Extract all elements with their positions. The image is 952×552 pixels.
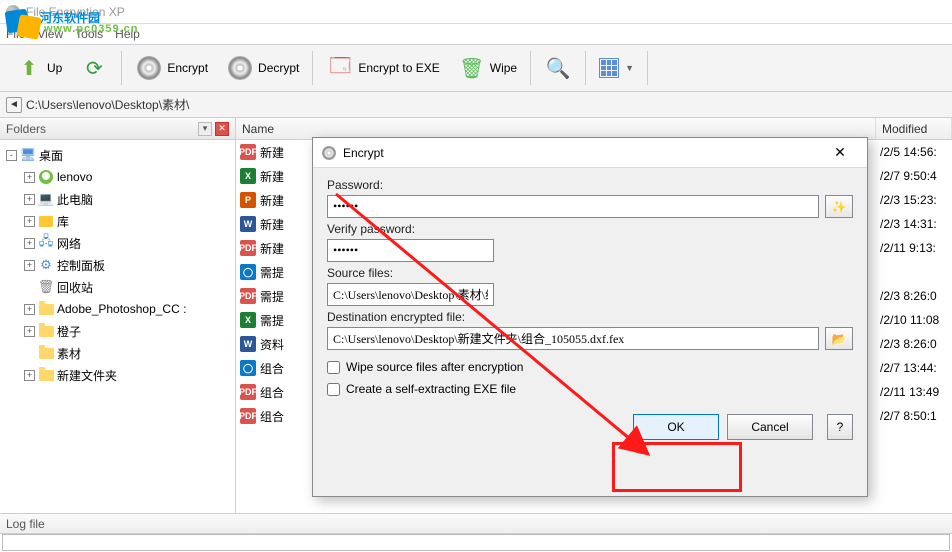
disc-icon [226,54,254,82]
dialog-title: Encrypt [343,146,384,160]
tree-node[interactable]: +⚙控制面板 [2,254,233,276]
address-bar: ◄ C:\Users\lenovo\Desktop\素材\ [0,92,952,118]
log-header: Log file [0,514,952,534]
window-titlebar: File Encryption XP [0,0,952,24]
exe-icon: 🗔 [326,54,354,82]
menu-view[interactable]: View [37,27,63,41]
tree-node[interactable]: 素材 [2,342,233,364]
address-path: C:\Users\lenovo\Desktop\素材\ [26,96,189,113]
browse-button[interactable]: 📂 [825,327,853,350]
destination-label: Destination encrypted file: [327,310,853,324]
decrypt-button[interactable]: Decrypt [217,48,308,88]
app-icon [6,5,20,19]
tree-node[interactable]: +Adobe_Photoshop_CC : [2,298,233,320]
folder-icon: 📂 [832,332,847,346]
disc-icon [321,145,337,161]
wipe-label: Wipe [490,61,517,75]
tree-node[interactable]: +🖧网络 [2,232,233,254]
pin-icon[interactable]: ▾ [198,122,212,136]
refresh-icon: ⟳ [80,54,108,82]
tree-node[interactable]: +橙子 [2,320,233,342]
chevron-down-icon: ▼ [625,63,634,73]
ok-button[interactable]: OK [633,414,719,440]
self-extract-checkbox[interactable] [327,383,340,396]
refresh-button[interactable]: ⟳ [71,48,117,88]
menu-help[interactable]: Help [115,27,140,41]
tree-node[interactable]: 🗑回收站 [2,276,233,298]
back-button[interactable]: ◄ [6,97,22,113]
menu-file[interactable]: File [6,27,25,41]
password-input[interactable] [327,195,819,218]
verify-password-label: Verify password: [327,222,853,236]
wipe-checkbox[interactable] [327,361,340,374]
encrypt-dialog: Encrypt ✕ Password: ✨ Verify password: S… [312,137,868,497]
exe-label: Encrypt to EXE [358,61,439,75]
verify-password-input[interactable] [327,239,494,262]
password-label: Password: [327,178,853,192]
decrypt-label: Decrypt [258,61,299,75]
cancel-button[interactable]: Cancel [727,414,813,440]
dialog-titlebar: Encrypt ✕ [313,138,867,168]
col-name[interactable]: Name [236,118,876,139]
view-mode-button[interactable]: ▼ [590,48,643,88]
folders-title: Folders [6,122,46,136]
wand-button[interactable]: ✨ [825,195,853,218]
source-files-input[interactable] [327,283,494,306]
help-button[interactable]: ? [827,414,853,440]
up-button[interactable]: ⬆ Up [6,48,71,88]
grid-icon [599,58,619,78]
wand-icon: ✨ [832,200,847,214]
close-icon[interactable]: ✕ [215,122,229,136]
menu-bar: File View Tools Help [0,24,952,44]
up-icon: ⬆ [15,54,43,82]
tree-node[interactable]: +库 [2,210,233,232]
tree-node[interactable]: +💻此电脑 [2,188,233,210]
find-button[interactable]: 🔍 [535,48,581,88]
wipe-checkbox-label: Wipe source files after encryption [346,360,523,374]
source-files-label: Source files: [327,266,853,280]
help-icon: ? [837,420,844,434]
folders-panel: Folders ▾ ✕ -🖥桌面+lenovo+💻此电脑+库+🖧网络+⚙控制面板… [0,118,236,513]
wipe-button[interactable]: 🗑 Wipe [449,48,526,88]
window-title: File Encryption XP [26,5,125,19]
menu-tools[interactable]: Tools [75,27,103,41]
find-icon: 🔍 [544,54,572,82]
tree-node[interactable]: +新建文件夹 [2,364,233,386]
up-label: Up [47,61,62,75]
disc-icon [135,54,163,82]
encrypt-button[interactable]: Encrypt [126,48,217,88]
log-panel: Log file [0,513,952,551]
toolbar: ⬆ Up ⟳ Encrypt Decrypt 🗔 Encrypt to EXE … [0,44,952,92]
col-modified[interactable]: Modified [876,118,952,139]
close-icon[interactable]: ✕ [821,140,859,166]
log-body [2,534,950,551]
encrypt-label: Encrypt [167,61,208,75]
wipe-icon: 🗑 [458,54,486,82]
tree-node[interactable]: +lenovo [2,166,233,188]
tree-node[interactable]: -🖥桌面 [2,144,233,166]
folders-header: Folders ▾ ✕ [0,118,235,140]
destination-input[interactable] [327,327,819,350]
folder-tree[interactable]: -🖥桌面+lenovo+💻此电脑+库+🖧网络+⚙控制面板🗑回收站+Adobe_P… [0,140,235,513]
encrypt-exe-button[interactable]: 🗔 Encrypt to EXE [317,48,448,88]
self-extract-label: Create a self-extracting EXE file [346,382,516,396]
